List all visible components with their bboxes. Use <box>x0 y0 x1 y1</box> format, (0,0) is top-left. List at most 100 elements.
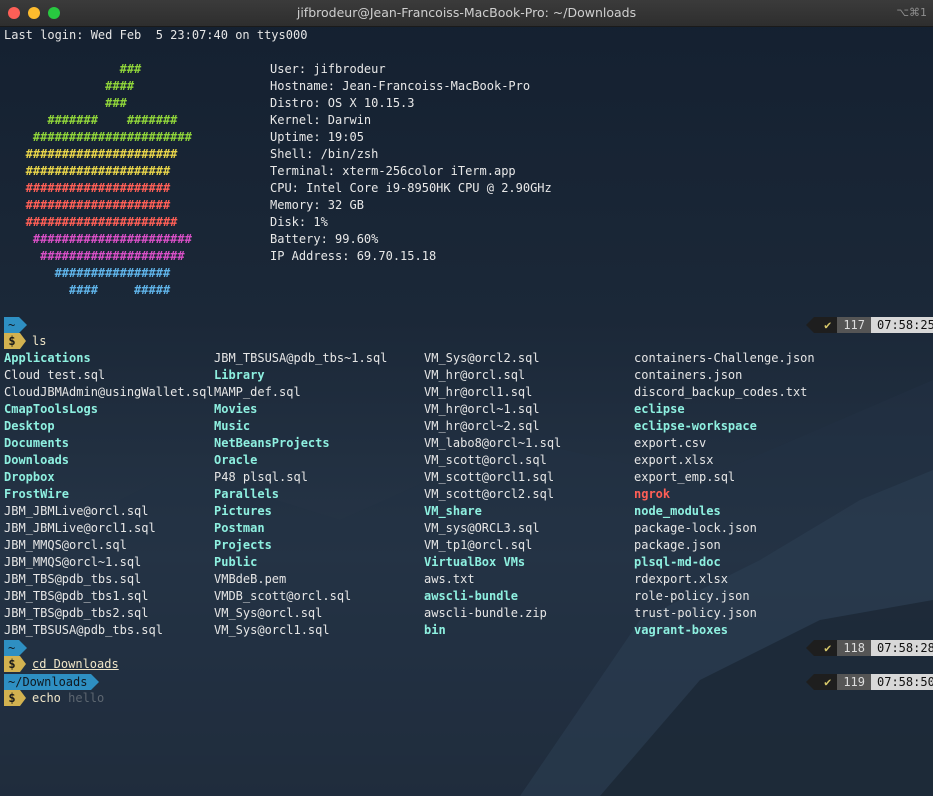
sysinfo-line: Uptime: 19:05 <box>270 130 364 144</box>
ls-file-entry: VM_scott@orcl2.sql <box>424 487 555 501</box>
ascii-art-row: #### <box>4 79 135 93</box>
ls-column: Applications Cloud test.sql CloudJBMAdmin@… <box>4 350 214 639</box>
ls-file-entry: VM_hr@orcl.sql <box>424 368 526 382</box>
command-text: echo <box>32 691 69 705</box>
ls-directory-entry: Applications <box>4 351 91 365</box>
ascii-art-row: ####### ####### <box>4 113 178 127</box>
sysinfo-line: Terminal: xterm-256color iTerm.app <box>270 164 516 178</box>
ls-file-entry: VM_tp1@orcl.sql <box>424 538 533 552</box>
sysinfo-line: User: jifbrodeur <box>270 62 386 76</box>
sysinfo-line: Kernel: Darwin <box>270 113 372 127</box>
ls-file-entry: rdexport.xlsx <box>634 572 728 586</box>
prompt-path-segment: ~ <box>4 640 28 656</box>
ls-file-entry: containers.json <box>634 368 743 382</box>
ascii-art-row: #################### <box>4 198 171 212</box>
ls-directory-entry: Documents <box>4 436 70 450</box>
ls-file-entry: VM_hr@orcl~2.sql <box>424 419 540 433</box>
sysinfo-line: CPU: Intel Core i9-8950HK CPU @ 2.90GHz <box>270 181 552 195</box>
ls-directory-entry: FrostWire <box>4 487 70 501</box>
ls-file-entry: JBM_TBSUSA@pdb_tbs~1.sql <box>214 351 388 365</box>
ls-directory-entry: Movies <box>214 402 258 416</box>
ls-file-entry: VM_scott@orcl1.sql <box>424 470 555 484</box>
ls-file-entry: Cloud test.sql <box>4 368 106 382</box>
ls-file-entry: VMDB_scott@orcl.sql <box>214 589 352 603</box>
ascii-art-row: ### <box>4 62 142 76</box>
ls-file-entry: VM_hr@orcl1.sql <box>424 385 533 399</box>
ls-file-entry: awscli-bundle.zip <box>424 606 547 620</box>
ascii-art-row: ##################### <box>4 147 178 161</box>
ls-directory-entry: VM_share <box>424 504 482 518</box>
ls-file-entry: trust-policy.json <box>634 606 757 620</box>
ls-file-entry: VM_Sys@orcl1.sql <box>214 623 330 637</box>
status-check-icon: ✔ <box>805 317 838 333</box>
prompt-time: 07:58:25 <box>871 317 933 333</box>
ls-file-entry: export.csv <box>634 436 707 450</box>
ls-directory-entry: NetBeansProjects <box>214 436 330 450</box>
prompt-status: ✔ 117 07:58:25 <box>805 317 933 333</box>
command-input[interactable]: echo hello <box>32 690 104 706</box>
ls-file-entry: package-lock.json <box>634 521 757 535</box>
prompt-path-segment: ~/Downloads <box>4 674 101 690</box>
ascii-art-row: ##################### <box>4 215 178 229</box>
sysinfo-line: Hostname: Jean-Francoiss-MacBook-Pro <box>270 79 531 93</box>
ls-directory-entry: VirtualBox VMs <box>424 555 526 569</box>
sysinfo-line: Shell: /bin/zsh <box>270 147 379 161</box>
sysinfo-line: Disk: 1% <box>270 215 328 229</box>
ls-directory-entry: Public <box>214 555 258 569</box>
ls-directory-entry: plsql-md-doc <box>634 555 721 569</box>
ls-directory-entry: Music <box>214 419 251 433</box>
ls-file-entry: P48 plsql.sql <box>214 470 308 484</box>
prompt-dollar-symbol: $ <box>4 690 26 706</box>
ascii-art-row: #################### <box>4 249 185 263</box>
ls-directory-entry: Dropbox <box>4 470 55 484</box>
ls-directory-entry: Library <box>214 368 265 382</box>
ls-file-entry: MAMP_def.sql <box>214 385 301 399</box>
ls-file-entry: VM_scott@orcl.sql <box>424 453 547 467</box>
ls-directory-entry: Parallels <box>214 487 280 501</box>
window-title: jifbrodeur@Jean-Francoiss-MacBook-Pro: ~… <box>296 5 637 20</box>
ascii-art-row: ###################### <box>4 232 192 246</box>
ls-directory-entry: bin <box>424 623 446 637</box>
history-number: 119 <box>837 674 871 690</box>
prompt-dollar-symbol: $ <box>4 656 26 672</box>
ls-directory-entry: Pictures <box>214 504 272 518</box>
ls-directory-entry: vagrant-boxes <box>634 623 728 637</box>
status-check-icon: ✔ <box>805 674 838 690</box>
prompt-status: ✔ 119 07:58:50 <box>805 674 933 690</box>
prompt-status: ✔ 118 07:58:28 <box>805 640 933 656</box>
ls-column: JBM_TBSUSA@pdb_tbs~1.sql Library MAMP_def.… <box>214 350 387 639</box>
ls-file-entry: VM_hr@orcl~1.sql <box>424 402 540 416</box>
ls-file-entry: JBM_JBMLive@orcl.sql <box>4 504 149 518</box>
history-number: 118 <box>837 640 871 656</box>
prompt-time: 07:58:28 <box>871 640 933 656</box>
ls-file-entry: JBM_MMQS@orcl.sql <box>4 538 127 552</box>
history-number: 117 <box>837 317 871 333</box>
ls-directory-entry: Projects <box>214 538 272 552</box>
ascii-art-row: ################ <box>4 266 171 280</box>
ls-directory-entry: CmapToolsLogs <box>4 402 98 416</box>
sysinfo-line: Battery: 99.60% <box>270 232 379 246</box>
ls-file-entry: package.json <box>634 538 721 552</box>
ls-file-entry: containers-Challenge.json <box>634 351 815 365</box>
ls-directory-entry: eclipse <box>634 402 685 416</box>
ls-file-entry: export.xlsx <box>634 453 714 467</box>
ls-file-entry: JBM_MMQS@orcl~1.sql <box>4 555 142 569</box>
ls-file-entry: JBM_TBS@pdb_tbs1.sql <box>4 589 149 603</box>
ls-file-entry: VM_labo8@orcl~1.sql <box>424 436 562 450</box>
command-cd: cd Downloads <box>32 657 119 671</box>
ls-file-entry: role-policy.json <box>634 589 750 603</box>
command-ls: ls <box>32 334 47 348</box>
sysinfo-line: Distro: OS X 10.15.3 <box>270 96 415 110</box>
ls-file-entry: JBM_TBS@pdb_tbs.sql <box>4 572 142 586</box>
ls-file-entry: JBM_TBS@pdb_tbs2.sql <box>4 606 149 620</box>
ls-file-entry: VM_Sys@orcl2.sql <box>424 351 540 365</box>
status-check-icon: ✔ <box>805 640 838 656</box>
ls-directory-entry: node_modules <box>634 504 721 518</box>
ls-column: containers-Challenge.json containers.json… <box>634 350 815 639</box>
ls-file-entry: aws.txt <box>424 572 475 586</box>
prompt-path-segment: ~ <box>4 317 28 333</box>
prompt-time: 07:58:50 <box>871 674 933 690</box>
sysinfo-line: IP Address: 69.70.15.18 <box>270 249 437 263</box>
ascii-art-row: ### <box>4 96 127 110</box>
terminal-window: jifbrodeur@Jean-Francoiss-MacBook-Pro: ~… <box>0 0 933 796</box>
